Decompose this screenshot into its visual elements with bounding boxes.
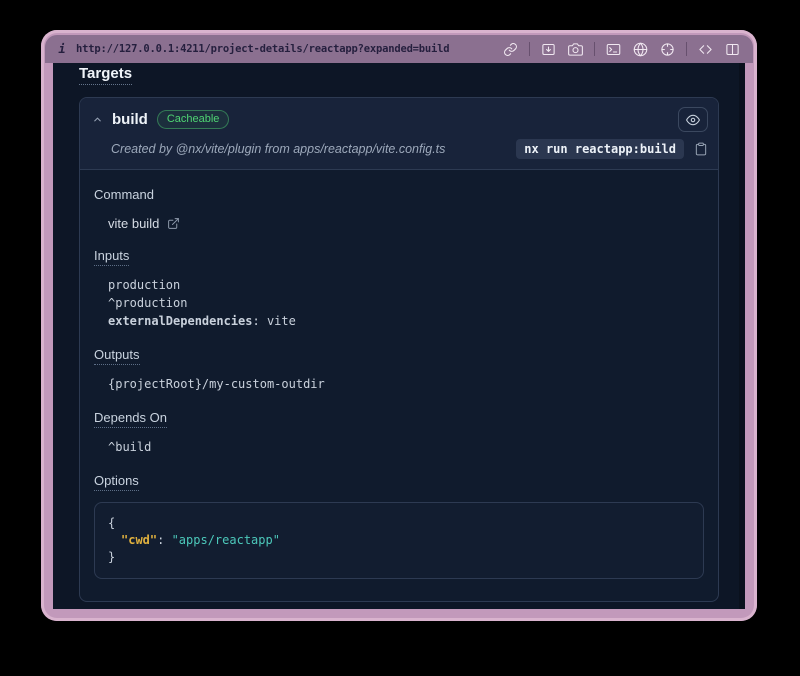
json-line: "cwd": "apps/reactapp" xyxy=(108,532,690,549)
info-icon: i xyxy=(57,42,67,56)
crosshair-icon[interactable] xyxy=(659,41,676,58)
build-card-body: Command vite build Inputs production ^pr… xyxy=(80,187,718,601)
outputs-list: {projectRoot}/my-custom-outdir xyxy=(108,375,706,393)
input-item: production xyxy=(108,276,706,294)
terminal-icon[interactable] xyxy=(605,41,622,58)
link-icon[interactable] xyxy=(502,41,519,58)
depends-on-heading: Depends On xyxy=(94,411,167,428)
options-heading: Options xyxy=(94,474,139,491)
input-item: externalDependencies: vite xyxy=(108,312,706,330)
page-title: Targets xyxy=(79,66,132,85)
toolbar-divider xyxy=(686,42,687,56)
url-bar[interactable]: http://127.0.0.1:4211/project-details/re… xyxy=(76,43,449,55)
scrollbar[interactable] xyxy=(739,63,745,609)
json-line: } xyxy=(108,549,690,566)
save-window-icon[interactable] xyxy=(540,41,557,58)
cacheable-badge: Cacheable xyxy=(157,110,230,130)
outputs-heading: Outputs xyxy=(94,348,140,365)
toolbar-divider xyxy=(594,42,595,56)
build-card-header: build Cacheable Created by @nx/vite/plug… xyxy=(80,98,718,170)
depends-on-item: ^build xyxy=(108,438,706,456)
camera-icon[interactable] xyxy=(567,41,584,58)
browser-toolbar: i http://127.0.0.1:4211/project-details/… xyxy=(45,35,753,63)
target-card-build: build Cacheable Created by @nx/vite/plug… xyxy=(79,97,719,602)
browser-window: i http://127.0.0.1:4211/project-details/… xyxy=(41,30,757,621)
build-header-row[interactable]: build Cacheable xyxy=(80,98,718,132)
copy-icon[interactable] xyxy=(694,142,708,156)
project-details-page: Targets build Cacheable xyxy=(53,63,745,609)
input-item: ^production xyxy=(108,294,706,312)
scroll-area: Targets build Cacheable xyxy=(53,63,745,609)
chevron-up-icon xyxy=(92,114,103,125)
inputs-heading: Inputs xyxy=(94,249,129,266)
view-target-graph-button[interactable] xyxy=(678,107,708,132)
external-link-icon[interactable] xyxy=(167,217,180,230)
target-name: build xyxy=(112,111,148,128)
run-command-chip: nx run reactapp:build xyxy=(516,139,684,159)
toolbar-divider xyxy=(529,42,530,56)
globe-icon[interactable] xyxy=(632,41,649,58)
json-line: { xyxy=(108,515,690,532)
split-view-icon[interactable] xyxy=(724,41,741,58)
options-json-block: { "cwd": "apps/reactapp" } xyxy=(94,502,704,579)
output-item: {projectRoot}/my-custom-outdir xyxy=(108,375,706,393)
code-icon[interactable] xyxy=(697,41,714,58)
created-by-row: Created by @nx/vite/plugin from apps/rea… xyxy=(80,132,718,169)
depends-on-list: ^build xyxy=(108,438,706,456)
command-value: vite build xyxy=(108,216,159,231)
toolbar-actions xyxy=(502,41,741,58)
inputs-list: production ^production externalDependenc… xyxy=(108,276,706,330)
command-heading: Command xyxy=(94,188,154,204)
created-by-text: Created by @nx/vite/plugin from apps/rea… xyxy=(111,142,506,156)
